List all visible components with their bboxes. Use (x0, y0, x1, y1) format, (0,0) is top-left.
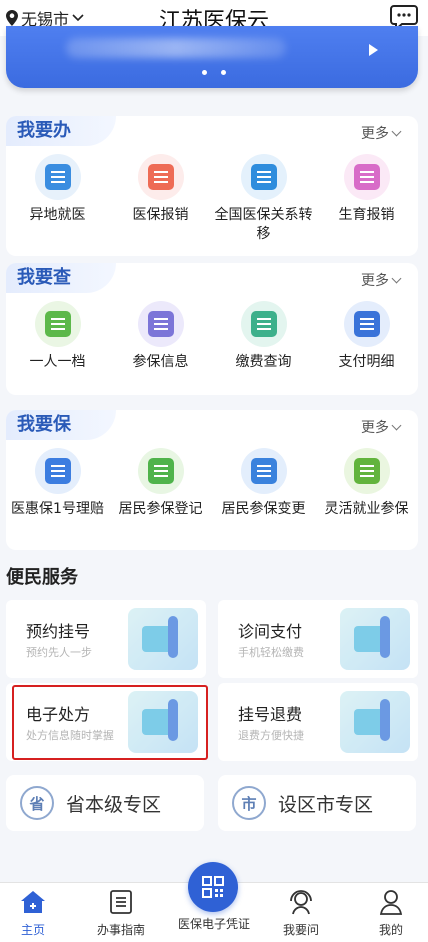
section-insure: 我要保 更多 医惠保1号理赔 居民参保登记 居民参保变更 灵活就业参保 (6, 410, 418, 550)
nav-home[interactable]: 主页 (0, 889, 68, 938)
nav-label: 我要问 (282, 923, 319, 937)
section-title: 我要查 (6, 263, 116, 293)
edit-doc-icon (240, 448, 287, 494)
zone-label: 省本级专区 (66, 793, 162, 816)
item-label: 医保报销 (132, 207, 189, 223)
insure-icon (343, 448, 390, 494)
more-link[interactable]: 更多 (361, 270, 402, 290)
nav-ask[interactable]: 我要问 (266, 889, 336, 938)
query-payment-detail[interactable]: 支付明细 (315, 301, 418, 372)
service-subtitle: 预约先人一步 (26, 646, 92, 659)
register-icon (137, 448, 184, 494)
section-handle: 我要办 更多 异地就医 医保报销 全国医保关系转移 生育报销 (6, 116, 418, 256)
highlight-box (12, 685, 208, 760)
section-query: 我要查 更多 一人一档 参保信息 缴费查询 支付明细 (6, 263, 418, 395)
nav-e-voucher[interactable]: 医保电子凭证 (168, 909, 260, 932)
nav-label: 主页 (20, 923, 45, 937)
nav-profile[interactable]: 我的 (356, 889, 426, 938)
service-name: 挂号退费 (238, 705, 303, 724)
more-link[interactable]: 更多 (361, 123, 402, 143)
info-card-icon (137, 301, 184, 347)
service-subtitle: 手机轻松缴费 (238, 646, 304, 659)
insure-register[interactable]: 居民参保登记 (109, 448, 212, 519)
insure-claim[interactable]: 医惠保1号理赔 (6, 448, 109, 519)
more-label: 更多 (361, 420, 389, 436)
support-icon (290, 890, 312, 915)
item-label: 一人一档 (29, 354, 86, 370)
transfer-icon (240, 154, 287, 200)
service-clinic-payment[interactable]: 诊间支付 手机轻松缴费 (218, 600, 418, 678)
service-appointment[interactable]: 预约挂号 预约先人一步 (6, 600, 206, 678)
nav-guide[interactable]: 办事指南 (86, 889, 156, 938)
nav-label: 办事指南 (96, 923, 145, 937)
yuan-doc-icon (343, 301, 390, 347)
item-label: 生育报销 (338, 207, 395, 223)
guide-icon (110, 890, 132, 914)
more-label: 更多 (361, 126, 389, 142)
item-label: 缴费查询 (235, 354, 292, 370)
section-title: 我要办 (6, 116, 116, 146)
service-name: 诊间支付 (238, 622, 303, 641)
service-transfer[interactable]: 全国医保关系转移 (212, 154, 315, 244)
insure-change[interactable]: 居民参保变更 (212, 448, 315, 519)
more-label: 更多 (361, 273, 389, 289)
item-label: 居民参保登记 (118, 501, 203, 517)
zone-province[interactable]: 省 省本级专区 (6, 775, 204, 831)
province-icon: 省 (20, 786, 54, 820)
service-subtitle: 退费方便快捷 (238, 729, 304, 742)
user-icon (379, 890, 403, 915)
service-reimburse[interactable]: 医保报销 (109, 154, 212, 244)
chevron-down-icon (391, 273, 402, 283)
home-icon (21, 891, 45, 913)
payment-query-icon (240, 301, 287, 347)
item-label: 参保信息 (132, 354, 189, 370)
insure-flexible[interactable]: 灵活就业参保 (315, 448, 418, 519)
service-refund[interactable]: 挂号退费 退费方便快捷 (218, 683, 418, 761)
id-card-icon (34, 154, 81, 200)
refund-illustration (340, 691, 410, 753)
item-label: 灵活就业参保 (324, 501, 409, 517)
service-name: 预约挂号 (26, 622, 91, 641)
item-label: 全国医保关系转移 (214, 207, 313, 242)
item-label: 支付明细 (338, 354, 395, 370)
banner-text-placeholder (66, 38, 286, 58)
service-remote-medical[interactable]: 异地就医 (6, 154, 109, 244)
qr-code-icon (202, 876, 224, 898)
promo-banner[interactable] (6, 26, 418, 88)
play-arrow-icon (369, 44, 378, 56)
query-archive[interactable]: 一人一档 (6, 301, 109, 372)
appointment-illustration (128, 608, 198, 670)
qr-code-button[interactable] (188, 862, 238, 912)
city-icon: 市 (232, 786, 266, 820)
item-label: 医惠保1号理赔 (11, 501, 104, 517)
zone-label: 设区市专区 (278, 793, 374, 816)
chevron-down-icon (391, 420, 402, 430)
nav-label: 医保电子凭证 (177, 917, 250, 931)
payment-illustration (340, 608, 410, 670)
section-title: 我要保 (6, 410, 116, 440)
zone-city[interactable]: 市 设区市专区 (218, 775, 416, 831)
reimburse-icon (137, 154, 184, 200)
leaf-icon (34, 448, 81, 494)
app-root: 无锡市 江苏医保云 我要办 更多 异地就医 医保报销 全国医保关系转移 生育报销… (0, 0, 428, 942)
banner-pagination (202, 70, 226, 75)
service-maternity[interactable]: 生育报销 (315, 154, 418, 244)
baby-icon (343, 154, 390, 200)
archive-icon (34, 301, 81, 347)
query-payment[interactable]: 缴费查询 (212, 301, 315, 372)
more-link[interactable]: 更多 (361, 417, 402, 437)
item-label: 异地就医 (29, 207, 86, 223)
item-label: 居民参保变更 (221, 501, 306, 517)
nav-label: 我的 (378, 923, 403, 937)
query-insurance-info[interactable]: 参保信息 (109, 301, 212, 372)
services-title: 便民服务 (6, 567, 78, 588)
chevron-down-icon (391, 126, 402, 136)
